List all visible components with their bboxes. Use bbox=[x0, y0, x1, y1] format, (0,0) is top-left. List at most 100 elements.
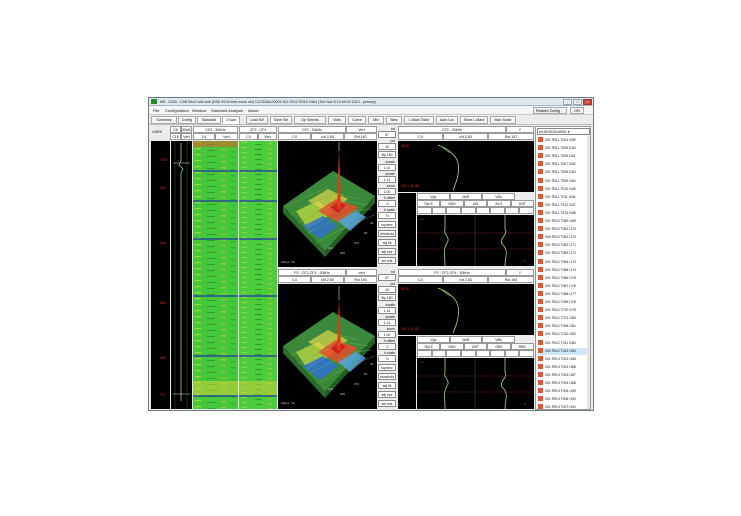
rbd-button[interactable]: RBD bbox=[510, 343, 535, 350]
down-arrow-icon[interactable] bbox=[519, 350, 534, 357]
lissa2-strip-plot[interactable]: – + – -0 bbox=[417, 358, 534, 410]
dnt-button[interactable]: DNT bbox=[510, 200, 535, 207]
rpt-e-button[interactable]: Rpt E bbox=[417, 343, 441, 350]
flip-button[interactable]: flip 180 bbox=[378, 151, 396, 158]
dnt-button[interactable]: DNT bbox=[463, 343, 488, 350]
list-item[interactable]: 001 R011 T013 I168 bbox=[538, 209, 588, 217]
list-item[interactable]: 001 R013 T003 I187 bbox=[538, 371, 588, 379]
maximize-button[interactable]: □ bbox=[573, 99, 582, 105]
list-item[interactable]: 001 R013 T001 I185 bbox=[538, 355, 588, 363]
minimize-button[interactable]: – bbox=[563, 99, 572, 105]
iso1-plot-area[interactable]: 100 200 270 60 40 Filters: Yet bbox=[278, 141, 377, 267]
topview-button[interactable]: topview bbox=[378, 221, 396, 228]
ndd-button[interactable]: NDD bbox=[440, 343, 464, 350]
menu-about[interactable]: About bbox=[248, 106, 258, 115]
vpp-button[interactable]: Vpp bbox=[417, 193, 450, 200]
list-item[interactable]: 001 R011 T012 I167 bbox=[538, 201, 588, 209]
sel-rots-button[interactable]: sel rots bbox=[378, 257, 396, 264]
op-selects-button[interactable]: Op Selects bbox=[294, 116, 326, 124]
adj-fill-button[interactable]: adj fill bbox=[378, 239, 396, 246]
store-l-mark-button[interactable]: Store L-Mark bbox=[460, 116, 488, 124]
list-selector-dropdown[interactable]: e/LOKSCAL00001 ▾ bbox=[537, 128, 590, 135]
up-arrow-icon[interactable] bbox=[504, 207, 520, 214]
back-arrow-icon[interactable] bbox=[417, 350, 432, 357]
list-item[interactable]: 001 R013 T002 I186 bbox=[538, 363, 588, 371]
curve-button[interactable]: Curve bbox=[348, 116, 366, 124]
on-toggle[interactable]: ON bbox=[570, 107, 584, 114]
left-arrow-icon[interactable] bbox=[446, 207, 461, 214]
zoom-out-icon[interactable] bbox=[490, 207, 505, 214]
up-arrow-icon[interactable] bbox=[504, 350, 520, 357]
volts-button[interactable]: Volts bbox=[328, 116, 346, 124]
list-item[interactable]: 001 R012 T011 I183 bbox=[538, 339, 588, 347]
close-button[interactable]: × bbox=[583, 99, 592, 105]
blg-button[interactable]: BLG bbox=[487, 200, 511, 207]
list-item[interactable]: 001 R012 T008 I181 bbox=[538, 323, 588, 330]
list-scrollbar[interactable] bbox=[587, 136, 590, 409]
tab-config[interactable]: Config bbox=[178, 116, 196, 124]
threshold-button[interactable]: threshold bbox=[378, 230, 396, 237]
auto-loc-button[interactable]: Auto Loc bbox=[436, 116, 458, 124]
list-item[interactable]: 001 R013 T006 I190 bbox=[538, 396, 588, 403]
mxr-button[interactable]: MxR bbox=[449, 193, 483, 200]
lissa2-plot[interactable]: 0030 167 • 10.83 bbox=[398, 284, 534, 335]
vscale-input[interactable]: 7x bbox=[378, 355, 396, 362]
pol-input[interactable]: 43 bbox=[378, 286, 396, 293]
tab-summary[interactable]: Summary bbox=[151, 116, 177, 124]
load-sel-button[interactable]: Load Sel bbox=[246, 116, 268, 124]
hoffset-input[interactable]: -0 bbox=[378, 343, 396, 350]
list-item[interactable]: 001 R011 T009 I164 bbox=[538, 177, 588, 185]
mxr-button[interactable]: MxR bbox=[449, 336, 483, 343]
forward-arrow-icon[interactable] bbox=[431, 350, 447, 357]
menu-file[interactable]: File bbox=[153, 106, 159, 115]
man-scale-button[interactable]: Man Scale bbox=[490, 116, 516, 124]
menu-standard-analysis[interactable]: Standard Analysis bbox=[211, 106, 243, 115]
xscale-input[interactable]: 1.14 bbox=[378, 307, 396, 314]
forward-arrow-icon[interactable] bbox=[431, 207, 447, 214]
vmx-button[interactable]: VMx bbox=[482, 193, 516, 200]
list-item[interactable]: 006 R012 T061 I170 bbox=[538, 234, 588, 241]
yscale-input[interactable]: 1.14 bbox=[378, 319, 396, 326]
tab-standard[interactable]: Standard bbox=[197, 116, 221, 124]
vmx-button[interactable]: VMx bbox=[482, 336, 516, 343]
right-arrow-icon[interactable] bbox=[460, 350, 476, 357]
slew-button[interactable]: Slew bbox=[386, 116, 402, 124]
zoom-icon[interactable] bbox=[475, 350, 491, 357]
list-item[interactable]: 001 R012 T069 I178 bbox=[538, 299, 588, 306]
mix-button[interactable]: Mix bbox=[368, 116, 384, 124]
adi-button[interactable]: ADI bbox=[463, 200, 488, 207]
list-item[interactable]: 001 R012 T067 I176 bbox=[538, 282, 588, 290]
list-item[interactable]: 001 R012 T066 I175 bbox=[538, 274, 588, 282]
tab-cscan[interactable]: CScan bbox=[222, 116, 240, 124]
l-mark-table-button[interactable]: L-Mark Table bbox=[404, 116, 434, 124]
down-arrow-icon[interactable] bbox=[519, 207, 534, 214]
sel-rots-button[interactable]: sel rots bbox=[378, 400, 396, 407]
rpt-e-button[interactable]: Rpt E bbox=[417, 200, 441, 207]
obs-button[interactable]: OBS bbox=[487, 343, 511, 350]
list-item[interactable]: 001 R012 T071 I180 bbox=[538, 315, 588, 322]
list-item[interactable]: 001 R012 T068 I177 bbox=[538, 290, 588, 298]
list-item[interactable]: 001 R011 T008 I163 bbox=[538, 169, 588, 176]
list-item[interactable]: 001 R011 T004 I159 bbox=[538, 137, 588, 144]
threshold-button[interactable]: threshold bbox=[378, 373, 396, 380]
menu-configuration[interactable]: Configuration bbox=[165, 106, 189, 115]
vpp-button[interactable]: Vpp bbox=[417, 336, 450, 343]
save-sel-button[interactable]: Save Sel bbox=[270, 116, 292, 124]
rot-input[interactable]: 57 bbox=[378, 274, 396, 281]
list-item[interactable]: 001 R011 T010 I165 bbox=[538, 185, 588, 193]
list-item[interactable]: 001 R011 T007 I162 bbox=[538, 161, 588, 168]
left-arrow-icon[interactable] bbox=[446, 350, 461, 357]
list-item[interactable]: 001 R012 T062 I171 bbox=[538, 242, 588, 249]
adj-rise-button[interactable]: adj rise bbox=[378, 248, 396, 255]
list-item[interactable]: 001 R012 T012 I184 bbox=[538, 347, 588, 355]
list-item[interactable]: 001 R012 T010 I182 bbox=[538, 331, 588, 338]
zoom-out-icon[interactable] bbox=[490, 350, 505, 357]
xscale-input[interactable]: 1.14 bbox=[378, 164, 396, 171]
topview-button[interactable]: topview bbox=[378, 364, 396, 371]
list-item[interactable]: 001 R013 T007 I191 bbox=[538, 404, 588, 409]
list-item[interactable]: 001 R013 T005 I189 bbox=[538, 388, 588, 395]
iso2-plot-area[interactable]: 100 200 270 60 40 Filters: Yet bbox=[278, 284, 377, 409]
zoom-icon[interactable] bbox=[475, 207, 491, 214]
list-item[interactable]: 001 R012 T064 I173 bbox=[538, 258, 588, 266]
zoom-input[interactable]: 1.00 bbox=[378, 331, 396, 338]
